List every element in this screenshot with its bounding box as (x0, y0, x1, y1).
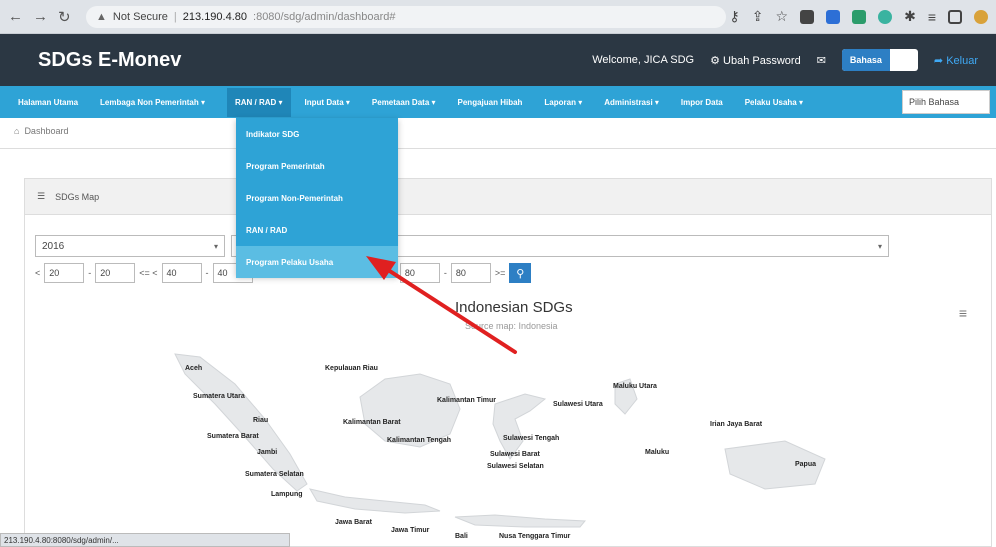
annotation-arrow (366, 256, 517, 354)
